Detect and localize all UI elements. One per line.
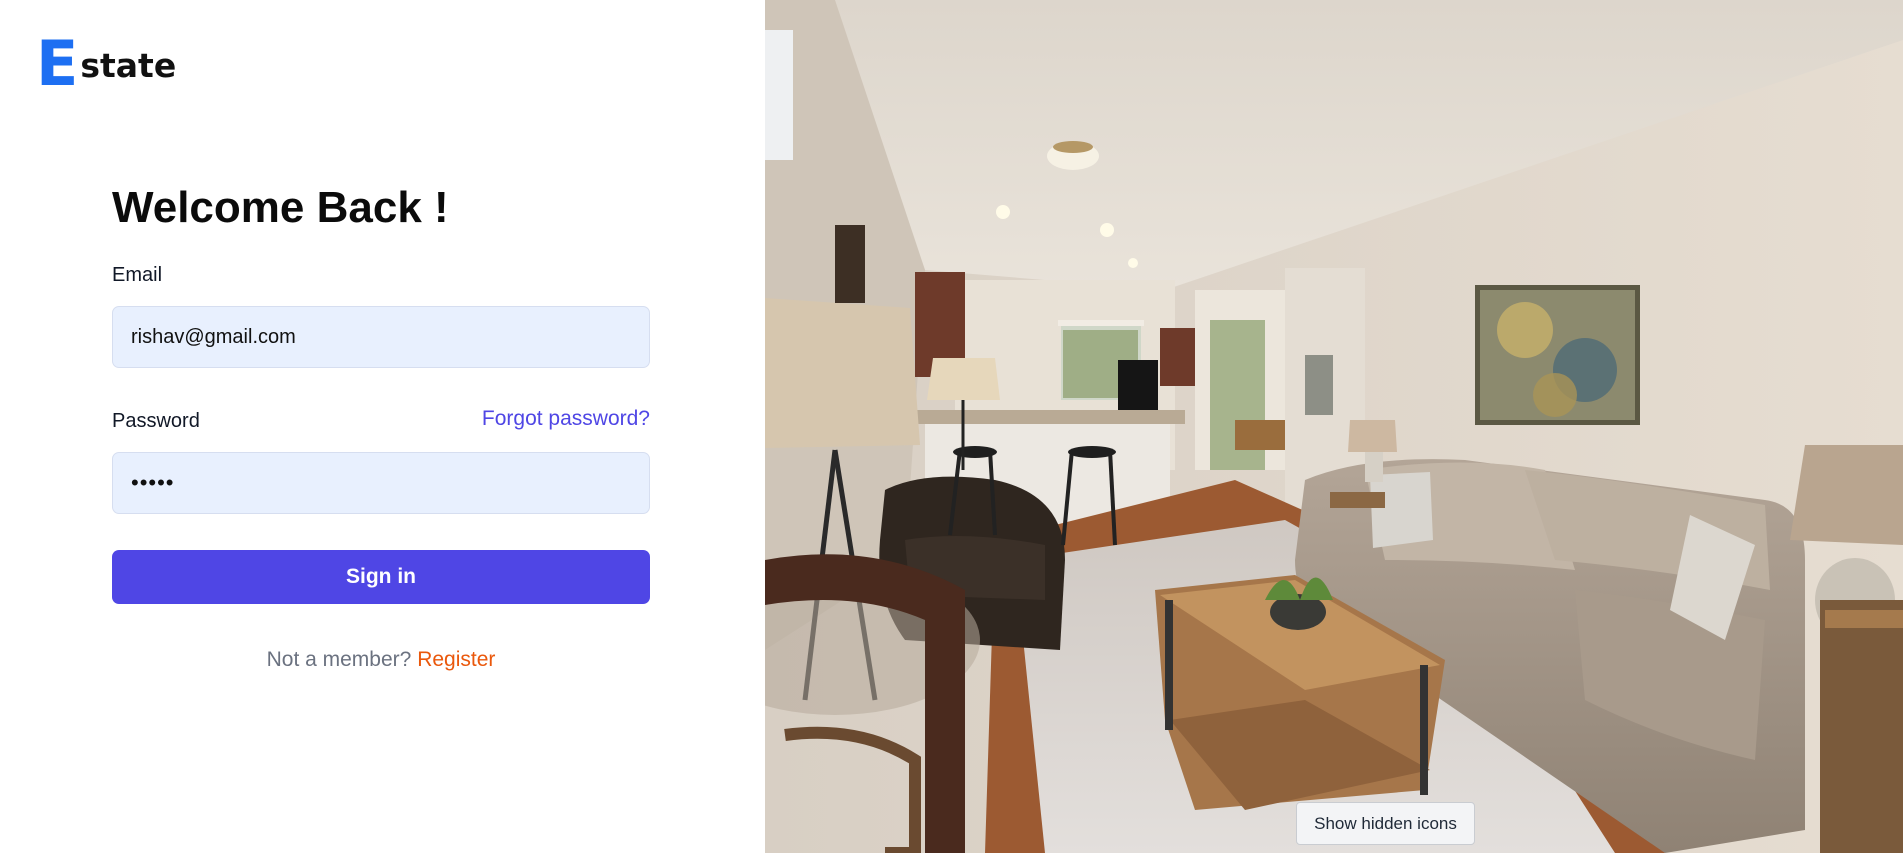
page-title: Welcome Back ! [112,183,449,232]
password-field[interactable] [112,452,650,514]
email-label: Email [112,264,163,286]
show-hidden-icons-tooltip[interactable]: Show hidden icons [1296,802,1475,845]
register-link[interactable]: Register [417,648,495,671]
logo-text: state [80,46,177,85]
logo[interactable]: E state [36,27,177,100]
email-field[interactable] [112,306,650,368]
register-prompt: Not a member? Register [112,648,650,672]
login-form: Welcome Back ! Email Password Forgot pas… [112,180,650,671]
living-room-illustration [765,0,1903,853]
logo-mark: E [36,27,79,100]
password-label: Password [112,410,200,432]
member-prompt-text: Not a member? [266,648,412,671]
forgot-password-link[interactable]: Forgot password? [482,407,650,431]
sign-in-button[interactable]: Sign in [112,550,650,604]
living-room-photo [765,0,1903,853]
login-panel: E state Welcome Back ! Email Password Fo… [0,0,765,853]
